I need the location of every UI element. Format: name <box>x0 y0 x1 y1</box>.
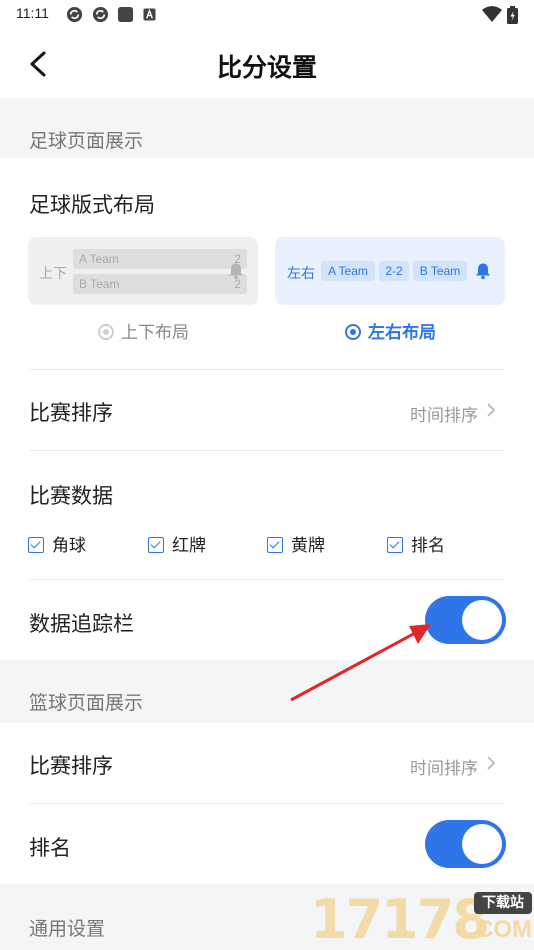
checkbox-indicator <box>148 537 164 553</box>
checkbox-corner[interactable]: 角球 <box>28 531 86 556</box>
chevron-right-icon <box>487 756 496 770</box>
radio-top-bottom[interactable]: 上下布局 <box>98 318 189 343</box>
layout-option-top-bottom[interactable]: 上下 A Team 2 B Team 2 <box>28 237 258 305</box>
chevron-right-icon <box>487 403 496 417</box>
team-name: B Team <box>79 277 120 291</box>
data-tracker-label: 数据追踪栏 <box>29 612 134 636</box>
section-title: 通用设置 <box>29 918 106 940</box>
top-nav-bar: 比分设置 <box>0 30 534 98</box>
toggle-knob <box>462 600 502 640</box>
checkbox-indicator <box>267 537 283 553</box>
ranking-label: 排名 <box>29 836 71 860</box>
watermark-logo: 17178 下载站 COM <box>310 886 534 950</box>
a-badge-icon <box>143 8 156 21</box>
divider <box>29 803 505 804</box>
layout-option-left-right[interactable]: 左右 A Team 2-2 B Team <box>275 237 505 305</box>
team-name: B Team <box>413 261 467 281</box>
checkbox-yellow-card[interactable]: 黄牌 <box>267 531 325 556</box>
checkbox-label: 红牌 <box>172 536 206 556</box>
match-score: 2-2 <box>379 261 409 281</box>
match-data-label: 比赛数据 <box>29 484 113 508</box>
annotation-arrow-icon <box>290 624 431 702</box>
section-title: 足球页面展示 <box>29 130 144 152</box>
square-icon <box>117 6 134 23</box>
checkbox-red-card[interactable]: 红牌 <box>148 531 206 556</box>
ranking-toggle[interactable] <box>425 820 506 868</box>
checkbox-indicator <box>28 537 44 553</box>
sync-icon <box>66 6 83 23</box>
team-row: A Team 2 <box>73 249 247 269</box>
checkbox-label: 角球 <box>52 536 86 556</box>
section-title: 篮球页面展示 <box>29 692 144 714</box>
layout-label: 足球版式布局 <box>29 193 155 217</box>
match-sort-value: 时间排序 <box>410 406 478 426</box>
toggle-knob <box>462 824 502 864</box>
page-title: 比分设置 <box>216 53 317 82</box>
wifi-icon <box>482 6 502 22</box>
checkbox-indicator <box>387 537 403 553</box>
layout-card-label: 左右 <box>287 266 315 282</box>
match-sort-label: 比赛排序 <box>29 754 113 778</box>
status-time: 11:11 <box>16 5 49 21</box>
layout-card-label: 上下 <box>39 266 67 282</box>
radio-left-right[interactable]: 左右布局 <box>345 318 436 343</box>
data-tracker-toggle[interactable] <box>425 596 506 644</box>
watermark-tag: 下载站 <box>474 892 532 914</box>
checkbox-label: 排名 <box>411 536 445 556</box>
bell-icon <box>476 263 490 280</box>
status-bar: 11:11 <box>0 0 534 30</box>
bell-icon <box>229 263 243 280</box>
team-name: A Team <box>79 252 119 266</box>
radio-label: 上下布局 <box>121 323 189 343</box>
checkbox-ranking[interactable]: 排名 <box>387 531 445 556</box>
match-sort-value: 时间排序 <box>410 759 478 779</box>
divider <box>29 579 505 580</box>
team-name: A Team <box>321 261 375 281</box>
radio-indicator <box>98 324 114 340</box>
radio-label: 左右布局 <box>368 323 436 343</box>
watermark-number: 17178 <box>310 888 490 950</box>
section-header-basketball: 篮球页面展示 <box>0 660 534 723</box>
divider <box>29 450 505 451</box>
sync-icon <box>92 6 109 23</box>
radio-indicator <box>345 324 361 340</box>
battery-charging-icon <box>507 6 518 24</box>
watermark-domain: COM <box>476 916 532 943</box>
checkbox-label: 黄牌 <box>291 536 325 556</box>
section-header-football: 足球页面展示 <box>0 98 534 158</box>
team-row: B Team 2 <box>73 274 247 294</box>
